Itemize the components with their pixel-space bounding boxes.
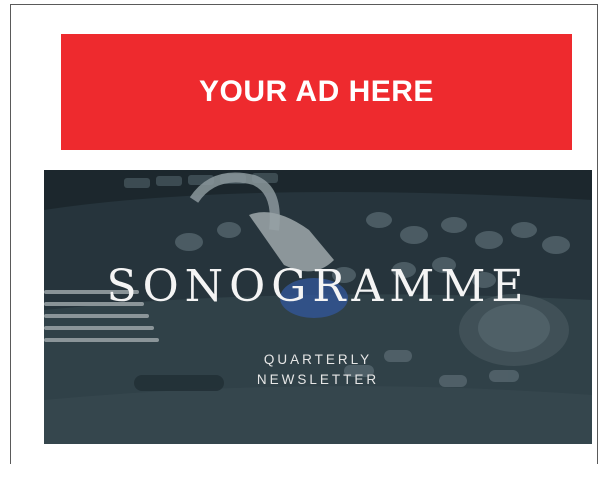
newsletter-subtitle: QUARTERLY NEWSLETTER (44, 350, 592, 390)
subtitle-line-2: NEWSLETTER (256, 372, 380, 387)
ad-label: YOUR AD HERE (199, 75, 434, 108)
subtitle-line-1: QUARTERLY (263, 352, 373, 367)
newsletter-banner[interactable]: SONOGRAMME QUARTERLY NEWSLETTER (44, 170, 592, 444)
newsletter-title: SONOGRAMME (106, 261, 530, 312)
ad-banner[interactable]: YOUR AD HERE (61, 34, 572, 150)
